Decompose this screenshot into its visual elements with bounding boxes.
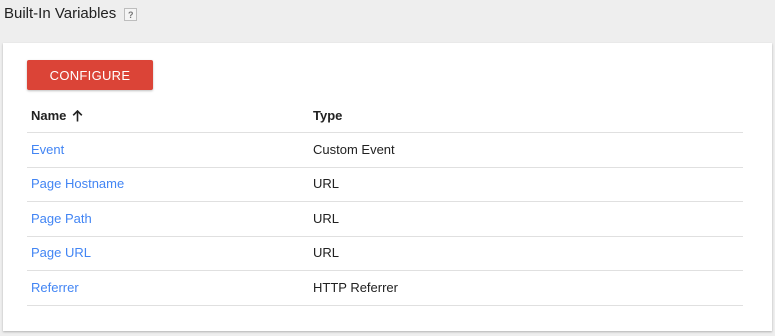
table-row: Page URL URL <box>27 237 743 271</box>
arrow-up-icon[interactable] <box>72 109 83 122</box>
variable-name-link[interactable]: Event <box>31 142 64 157</box>
type-header-label: Type <box>313 108 343 123</box>
variable-type: URL <box>313 210 340 226</box>
table-row: Page Hostname URL <box>27 168 743 202</box>
table-header-row: Name Type <box>27 99 743 133</box>
name-header-label: Name <box>31 108 67 123</box>
variable-name-link[interactable]: Page URL <box>31 245 91 260</box>
page-header: Built-In Variables ? <box>4 5 138 22</box>
type-column-header[interactable]: Type <box>313 108 743 123</box>
variable-type: HTTP Referrer <box>313 279 398 295</box>
help-icon[interactable]: ? <box>124 8 138 21</box>
variables-table: Name Type Event Custom Event Page Hostna… <box>27 99 743 306</box>
variable-type: URL <box>313 245 340 261</box>
configure-button[interactable]: CONFIGURE <box>27 60 153 90</box>
table-row: Referrer HTTP Referrer <box>27 271 743 306</box>
variable-type: Custom Event <box>313 141 395 157</box>
variables-card: CONFIGURE Name Type Event Custom Event P… <box>3 43 772 331</box>
variable-name-link[interactable]: Page Path <box>31 211 92 226</box>
variable-type: URL <box>313 176 340 192</box>
variable-name-link[interactable]: Referrer <box>31 280 79 295</box>
table-row: Event Custom Event <box>27 133 743 168</box>
page-title: Built-In Variables <box>4 5 117 22</box>
variable-name-link[interactable]: Page Hostname <box>31 176 124 191</box>
name-column-header[interactable]: Name <box>27 108 313 123</box>
table-row: Page Path URL <box>27 202 743 237</box>
